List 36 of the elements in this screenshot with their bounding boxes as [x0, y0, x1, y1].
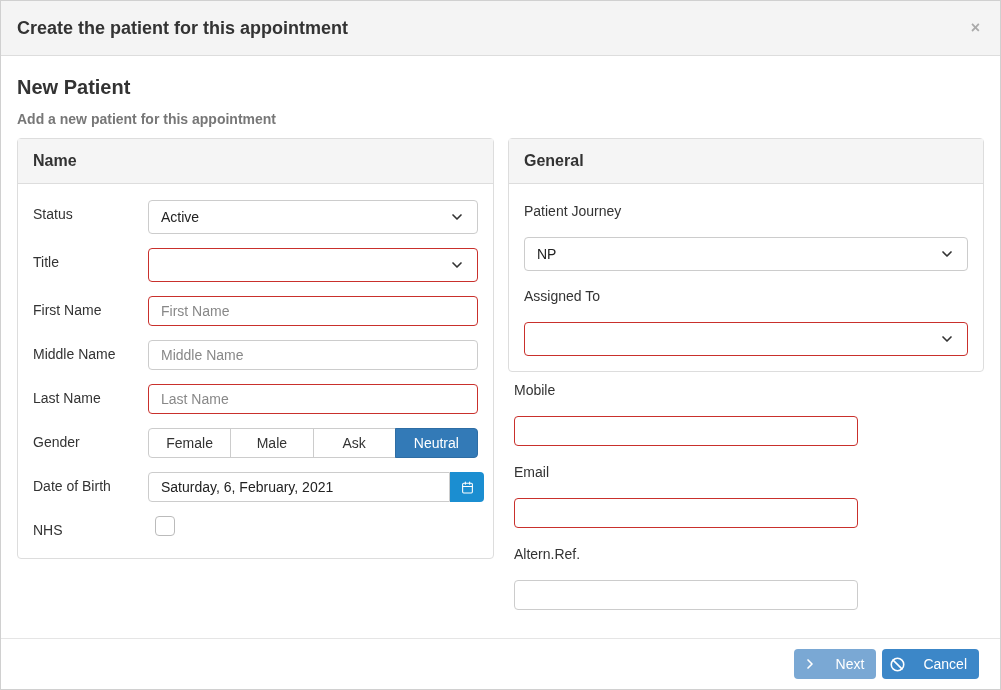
field-label: Status — [33, 205, 74, 224]
page-subheading: Add a new patient for this appointment — [17, 110, 277, 129]
gender-option[interactable]: Female — [148, 428, 232, 458]
field-label: Altern.Ref. — [514, 545, 582, 564]
field-label: Assigned To — [524, 287, 601, 306]
field-label: Patient Journey — [524, 202, 623, 221]
gender-option[interactable]: Male — [230, 428, 314, 458]
text-field[interactable] — [514, 416, 858, 446]
select-field[interactable] — [148, 248, 478, 282]
field-label: First Name — [33, 301, 103, 320]
gender-option[interactable]: Ask — [312, 428, 396, 458]
text-field[interactable] — [514, 498, 858, 528]
field-label: NHS — [33, 521, 64, 540]
select-field[interactable]: NP — [524, 237, 968, 271]
gender-option[interactable]: Neutral — [394, 428, 478, 458]
select-field[interactable] — [524, 322, 968, 356]
text-field[interactable]: Last Name — [148, 384, 478, 414]
panel-title: Name — [33, 151, 77, 171]
page-heading: New Patient — [17, 75, 132, 100]
field-label: Title — [33, 253, 60, 272]
cancel-icon — [890, 656, 906, 672]
field-label: Last Name — [33, 389, 102, 408]
dialog-title: Create the patient for this appointment — [17, 16, 349, 40]
field-label: Date of Birth — [33, 477, 112, 496]
select-field[interactable]: Active — [148, 200, 478, 234]
field-label: Middle Name — [33, 345, 117, 364]
checkbox[interactable] — [155, 516, 175, 536]
field-label: Gender — [33, 433, 81, 452]
cancel-button[interactable]: Cancel — [882, 649, 979, 679]
panel-title: General — [524, 151, 584, 171]
text-field[interactable]: First Name — [148, 296, 478, 326]
field-label: Mobile — [514, 381, 557, 400]
field-label: Email — [514, 463, 550, 482]
date-field[interactable]: Saturday, 6, February, 2021 — [148, 472, 450, 502]
calendar-button[interactable] — [450, 472, 484, 502]
calendar-icon — [460, 480, 474, 494]
